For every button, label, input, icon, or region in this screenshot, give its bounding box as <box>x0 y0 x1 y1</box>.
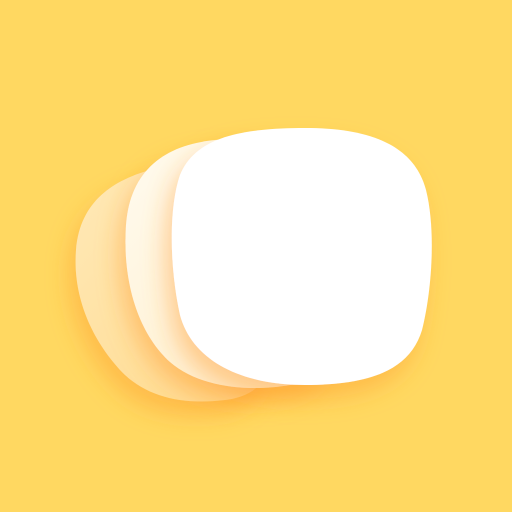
stacked-cards-icon <box>75 128 432 402</box>
front-card <box>171 128 432 385</box>
app-icon[interactable] <box>0 0 512 512</box>
